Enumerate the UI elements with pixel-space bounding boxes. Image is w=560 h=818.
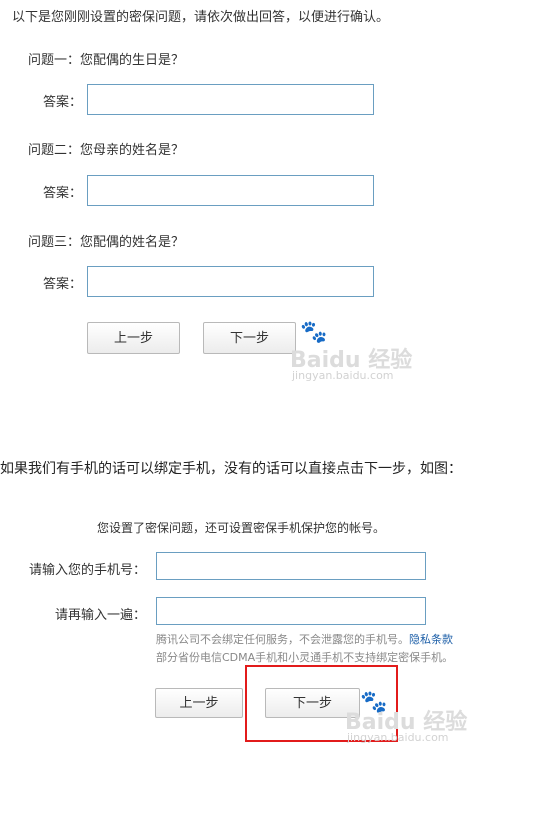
confirm-phone-label: 请再输入一遍：	[54, 608, 146, 623]
prev-step-button[interactable]: 上一步	[87, 322, 180, 354]
phone-prev-step-button[interactable]: 上一步	[155, 688, 243, 718]
phone-section-heading: 您设置了密保问题，还可设置密保手机保护您的帐号。	[97, 521, 386, 535]
answer-3-label: 答案：	[43, 277, 83, 292]
next-step-button[interactable]: 下一步	[203, 322, 296, 354]
phone-label: 请输入您的手机号：	[28, 563, 146, 578]
privacy-note: 腾讯公司不会绑定任何服务，不会泄露您的手机号。隐私条款	[156, 631, 453, 647]
answer-1-label: 答案：	[43, 95, 83, 110]
confirm-phone-input[interactable]	[156, 597, 426, 625]
instruction-paragraph: 如果我们有手机的话可以绑定手机，没有的话可以直接点击下一步，如图：	[0, 461, 462, 477]
privacy-policy-link[interactable]: 隐私条款	[409, 633, 453, 646]
answer-2-label: 答案：	[43, 186, 83, 201]
answer-2-input[interactable]	[87, 175, 374, 206]
question-3-label: 问题三：您配偶的姓名是？	[28, 235, 185, 250]
answer-3-input[interactable]	[87, 266, 374, 297]
answer-1-input[interactable]	[87, 84, 374, 115]
watermark-url: jingyan.baidu.com	[347, 731, 449, 744]
question-1-label: 问题一：您配偶的生日是？	[28, 53, 185, 68]
phone-input[interactable]	[156, 552, 426, 580]
cdma-note: 部分省份电信CDMA手机和小灵通手机不支持绑定密保手机。	[156, 651, 454, 664]
intro-text: 以下是您刚刚设置的密保问题，请依次做出回答，以便进行确认。	[12, 10, 390, 25]
watermark-url: jingyan.baidu.com	[292, 369, 394, 382]
question-2-label: 问题二：您母亲的姓名是？	[28, 143, 185, 158]
privacy-note-text: 腾讯公司不会绑定任何服务，不会泄露您的手机号。	[156, 633, 409, 646]
